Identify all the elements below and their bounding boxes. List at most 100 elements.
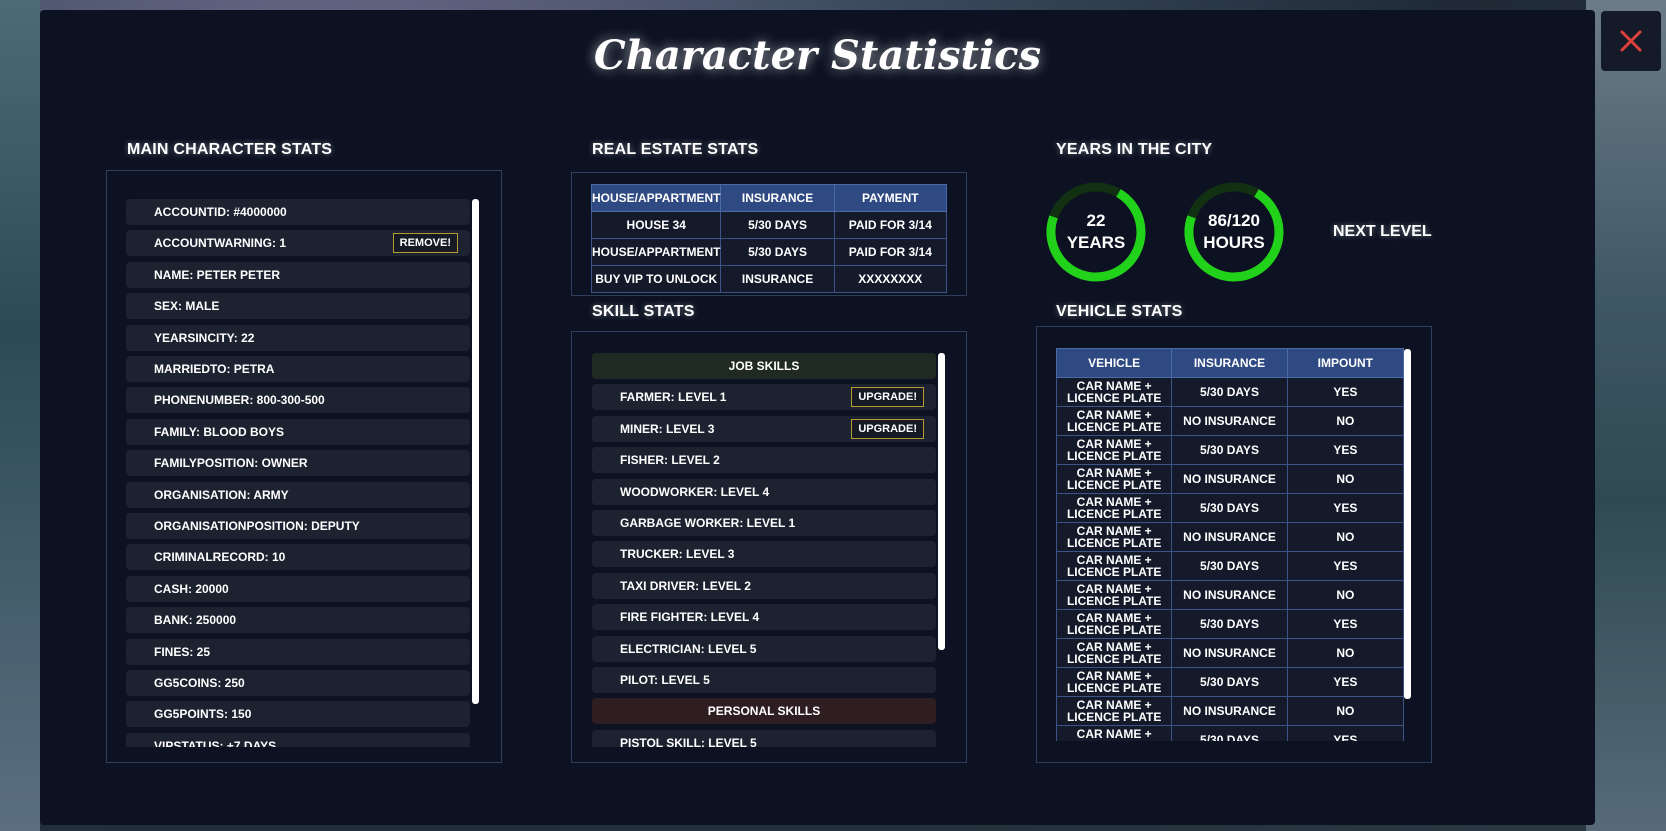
main-stat-label: ORGANISATIONPOSITION: DEPUTY (154, 519, 360, 533)
vehicle-cell: CAR NAME + LICENCE PLATE (1056, 493, 1173, 523)
remove-warning-button[interactable]: REMOVE! (392, 233, 458, 254)
vehicle-cell: CAR NAME + LICENCE PLATE (1056, 725, 1173, 741)
close-button[interactable] (1601, 11, 1661, 71)
vehicle-table-viewport: VEHICLE INSURANCE IMPOUNT CAR NAME + LICENC… (1056, 348, 1404, 741)
vehicle-cell: NO (1286, 522, 1404, 552)
vehicle-header-row: VEHICLE INSURANCE IMPOUNT (1056, 348, 1404, 378)
real-estate-cell: BUY VIP TO UNLOCK (590, 265, 722, 293)
vehicle-stats-title: VEHICLE STATS (1056, 303, 1183, 320)
column-header: HOUSE/APPARTMENT (590, 184, 722, 212)
vehicle-cell: 5/30 DAYS (1171, 667, 1288, 697)
background-left (0, 0, 40, 831)
main-stat-row: CASH: 20000 (126, 575, 470, 602)
job-skill-label: FARMER: LEVEL 1 (620, 390, 727, 405)
vehicle-cell: NO (1286, 406, 1404, 436)
main-stat-row: ORGANISATION: ARMY (126, 481, 470, 508)
job-skill-label: FISHER: LEVEL 2 (620, 453, 720, 468)
vehicle-cell: 5/30 DAYS (1171, 493, 1288, 523)
main-stat-label: FINES: 25 (154, 644, 211, 659)
job-skill-label: TRUCKER: LEVEL 3 (620, 547, 735, 562)
table-row: CAR NAME + LICENCE PLATE5/30 DAYSYES (1056, 493, 1404, 523)
main-stat-label: SEX: MALE (154, 299, 220, 314)
main-stat-row: PHONENUMBER: 800-300-500 (126, 387, 470, 414)
vehicle-cell: 5/30 DAYS (1171, 725, 1288, 741)
job-skill-row: GARBAGE WORKER: LEVEL 1 (592, 510, 936, 536)
vehicle-cell: YES (1286, 609, 1404, 639)
upgrade-skill-button[interactable]: UPGRADE! (851, 418, 924, 439)
vehicle-cell: CAR NAME + LICENCE PLATE (1056, 580, 1173, 610)
main-stat-row: FINES: 25 (126, 638, 470, 665)
vehicle-cell: CAR NAME + LICENCE PLATE (1056, 406, 1173, 436)
job-skill-row: TRUCKER: LEVEL 3 (592, 541, 936, 568)
vehicle-cell: YES (1286, 551, 1404, 581)
vehicle-table: VEHICLE INSURANCE IMPOUNT CAR NAME + LICENC… (1056, 348, 1404, 741)
vehicle-cell: 5/30 DAYS (1171, 551, 1288, 581)
real-estate-cell: HOUSE 34 (590, 211, 722, 239)
main-stats-scrollbar[interactable] (472, 199, 479, 704)
real-estate-title: REAL ESTATE STATS (592, 141, 759, 158)
vehicle-cell: NO INSURANCE (1171, 580, 1288, 610)
main-stats-title: MAIN CHARACTER STATS (127, 141, 333, 158)
vehicle-cell: CAR NAME + LICENCE PLATE (1056, 667, 1173, 697)
vehicle-cell: NO (1286, 464, 1404, 494)
job-skill-label: WOODWORKER: LEVEL 4 (620, 484, 770, 499)
vehicle-cell: CAR NAME + LICENCE PLATE (1056, 522, 1173, 552)
personal-skill-row: PISTOL SKILL: LEVEL 5 (592, 729, 936, 747)
real-estate-cell: XXXXXXXX (833, 265, 948, 293)
vehicle-cell: CAR NAME + LICENCE PLATE (1056, 609, 1173, 639)
column-header: INSURANCE (1171, 348, 1288, 378)
vehicle-cell: NO INSURANCE (1171, 406, 1288, 436)
main-stat-label: FAMILY: BLOOD BOYS (154, 424, 285, 439)
vehicle-cell: 5/30 DAYS (1171, 377, 1288, 407)
job-skill-label: PILOT: LEVEL 5 (620, 673, 710, 687)
real-estate-cell: 5/30 DAYS (720, 238, 835, 266)
character-stats-panel: Character Statistics MAIN CHARACTER STAT… (40, 10, 1595, 825)
job-skill-row: FISHER: LEVEL 2 (592, 447, 936, 474)
vehicle-cell: NO (1286, 638, 1404, 668)
main-stat-label: CASH: 20000 (154, 581, 229, 596)
upgrade-skill-button[interactable]: UPGRADE! (851, 387, 924, 408)
vehicle-stats-scrollbar[interactable] (1404, 349, 1411, 699)
real-estate-cell: 5/30 DAYS (720, 211, 835, 239)
column-header: VEHICLE (1056, 348, 1173, 378)
real-estate-table: HOUSE/APPARTMENT INSURANCE PAYMENT HOUSE 34… (590, 184, 948, 293)
vehicle-cell: YES (1286, 435, 1404, 465)
column-header: INSURANCE (720, 184, 835, 212)
vehicle-cell: CAR NAME + LICENCE PLATE (1056, 638, 1173, 668)
years-ring-value: 22 (1086, 211, 1106, 230)
table-row: BUY VIP TO UNLOCK INSURANCE XXXXXXXX (590, 265, 948, 293)
table-row: CAR NAME + LICENCE PLATE5/30 DAYSYES (1056, 551, 1404, 581)
skills-list: JOB SKILLS FARMER: LEVEL 1 UPGRADE! MINER: … (592, 353, 938, 747)
table-row: HOUSE/APPARTMENT 5/30 DAYS PAID FOR 3/14 (590, 238, 948, 266)
main-stat-row: VIPSTATUS: +7 DAYS (126, 732, 470, 747)
table-row: CAR NAME + LICENCE PLATE NO INSURANCE NO (1056, 406, 1404, 436)
hours-ring-value: 86/120 (1208, 211, 1260, 230)
table-row: HOUSE 34 5/30 DAYS PAID FOR 3/14 (590, 211, 948, 239)
job-skills-header: JOB SKILLS (592, 353, 936, 379)
vehicle-cell: NO (1286, 696, 1404, 726)
hours-ring: 86/120 HOURS (1182, 180, 1286, 284)
skill-stats-scrollbar[interactable] (938, 353, 945, 650)
table-row: CAR NAME + LICENCE PLATE5/30 DAYSYES (1056, 377, 1404, 407)
vehicle-cell: CAR NAME + LICENCE PLATE (1056, 435, 1173, 465)
main-stat-row: GG5POINTS: 150 (126, 701, 470, 728)
main-stat-label: BANK: 250000 (154, 613, 237, 628)
job-skill-row: FARMER: LEVEL 1 UPGRADE! (592, 384, 936, 411)
main-stat-row: BANK: 250000 (126, 607, 470, 634)
column-header: PAYMENT (833, 184, 948, 212)
vehicle-cell: NO INSURANCE (1171, 638, 1288, 668)
table-row: CAR NAME + LICENCE PLATE NO INSURANCE NO (1056, 580, 1404, 610)
main-stat-row: MARRIEDTO: PETRA (126, 356, 470, 382)
vehicle-cell: NO (1286, 580, 1404, 610)
vehicle-cell: 5/30 DAYS (1171, 435, 1288, 465)
job-skill-row: MINER: LEVEL 3 UPGRADE! (592, 415, 936, 442)
main-stat-label: PHONENUMBER: 800-300-500 (154, 393, 325, 408)
years-title: YEARS IN THE CITY (1056, 141, 1213, 158)
main-stat-row: ACCOUNTWARNING: 1 REMOVE! (126, 230, 470, 257)
job-skill-label: MINER: LEVEL 3 (620, 421, 715, 436)
vehicle-cell: CAR NAME + LICENCE PLATE (1056, 551, 1173, 581)
main-stat-label: ACCOUNTWARNING: 1 (154, 236, 286, 251)
vehicle-cell: CAR NAME + LICENCE PLATE (1056, 464, 1173, 494)
main-stat-row: FAMILY: BLOOD BOYS (126, 418, 470, 445)
job-skill-row: ELECTRICIAN: LEVEL 5 (592, 635, 936, 662)
